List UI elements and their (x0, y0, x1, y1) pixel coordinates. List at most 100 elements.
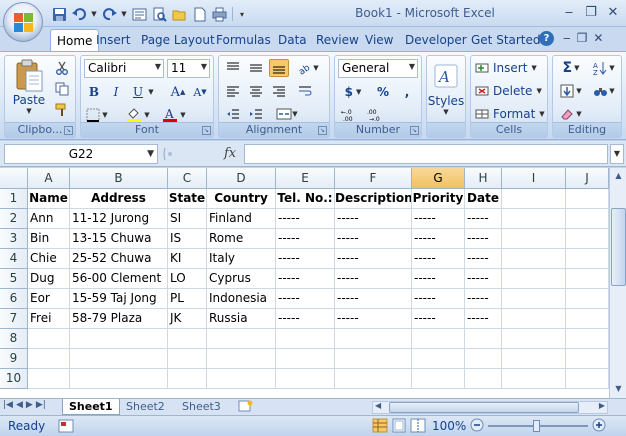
workbook-minimize-icon[interactable]: ‒ (563, 31, 571, 45)
align-middle-button[interactable] (246, 59, 266, 77)
number-format-dropdown-icon[interactable]: ▼ (409, 62, 415, 71)
delete-cells-button[interactable]: Delete ▼ (475, 82, 545, 100)
cell-a6[interactable]: Eor (28, 289, 70, 309)
styles-button[interactable]: A Styles ▼ (428, 60, 464, 120)
cell-h3[interactable]: ----- (465, 229, 502, 249)
cell-g3[interactable]: ----- (412, 229, 465, 249)
cell-a1[interactable]: Name (28, 189, 70, 209)
scroll-right-icon[interactable]: ▶ (599, 401, 605, 410)
row-header-7[interactable]: 7 (0, 309, 28, 329)
fill-button[interactable]: ▼ (557, 82, 585, 100)
horizontal-scrollbar[interactable]: ◀ ▶ (372, 401, 608, 414)
cell-j8[interactable] (566, 329, 609, 349)
cell-e4[interactable]: ----- (276, 249, 335, 269)
cell-f2[interactable]: ----- (335, 209, 412, 229)
row-header-4[interactable]: 4 (0, 249, 28, 269)
row-header-6[interactable]: 6 (0, 289, 28, 309)
row-header-5[interactable]: 5 (0, 269, 28, 289)
cell-a3[interactable]: Bin (28, 229, 70, 249)
insert-cells-button[interactable]: Insert ▼ (475, 59, 545, 77)
cut-button[interactable] (53, 60, 71, 76)
column-header-b[interactable]: B (70, 168, 168, 189)
cell-g2[interactable]: ----- (412, 209, 465, 229)
customize-qat-icon[interactable]: ▾ (237, 5, 247, 23)
cell-f10[interactable] (335, 369, 412, 389)
font-launcher-icon[interactable]: ↘ (202, 126, 211, 135)
office-button[interactable] (3, 2, 43, 42)
font-name-dropdown-icon[interactable]: ▼ (155, 62, 161, 71)
number-launcher-icon[interactable]: ↘ (410, 126, 419, 135)
cell-i10[interactable] (502, 369, 566, 389)
cell-i6[interactable] (502, 289, 566, 309)
cell-a10[interactable] (28, 369, 70, 389)
cell-g1[interactable]: Priority (412, 189, 465, 209)
cell-c10[interactable] (168, 369, 207, 389)
cell-e6[interactable]: ----- (276, 289, 335, 309)
italic-button[interactable]: I (107, 83, 125, 101)
cell-e9[interactable] (276, 349, 335, 369)
cell-j2[interactable] (566, 209, 609, 229)
cell-a5[interactable]: Dug (28, 269, 70, 289)
cell-j6[interactable] (566, 289, 609, 309)
cell-d6[interactable]: Indonesia (207, 289, 276, 309)
cell-e7[interactable]: ----- (276, 309, 335, 329)
cell-f3[interactable]: ----- (335, 229, 412, 249)
cell-e3[interactable]: ----- (276, 229, 335, 249)
cell-d2[interactable]: Finland (207, 209, 276, 229)
align-center-button[interactable] (246, 82, 266, 100)
cell-b8[interactable] (70, 329, 168, 349)
cell-d1[interactable]: Country (207, 189, 276, 209)
row-header-3[interactable]: 3 (0, 229, 28, 249)
cell-c4[interactable]: KI (168, 249, 207, 269)
insert-function-button[interactable]: fx (224, 146, 236, 161)
cell-j7[interactable] (566, 309, 609, 329)
formula-input[interactable] (244, 144, 608, 164)
zoom-in-icon[interactable] (592, 418, 606, 435)
cell-j4[interactable] (566, 249, 609, 269)
copy-button[interactable] (53, 81, 71, 97)
minimize-icon[interactable]: ‒ (560, 3, 578, 21)
vertical-scrollbar[interactable]: ▲ ▼ (609, 168, 626, 398)
cell-d10[interactable] (207, 369, 276, 389)
increase-indent-button[interactable] (246, 105, 266, 123)
cell-c8[interactable] (168, 329, 207, 349)
help-icon[interactable]: ? (539, 31, 554, 46)
scroll-up-icon[interactable]: ▲ (611, 168, 626, 184)
macro-record-icon[interactable] (58, 419, 74, 436)
insert-sheet-icon[interactable] (232, 399, 260, 415)
column-header-c[interactable]: C (168, 168, 207, 189)
cell-d8[interactable] (207, 329, 276, 349)
decrease-indent-button[interactable] (223, 105, 243, 123)
cell-i4[interactable] (502, 249, 566, 269)
cell-g10[interactable] (412, 369, 465, 389)
format-painter-button[interactable] (53, 102, 71, 118)
cell-j9[interactable] (566, 349, 609, 369)
clear-button[interactable]: ▼ (557, 105, 585, 123)
merge-center-button[interactable]: ▼ (273, 105, 301, 123)
undo-icon[interactable] (70, 5, 88, 23)
cell-h6[interactable]: ----- (465, 289, 502, 309)
cell-j10[interactable] (566, 369, 609, 389)
cell-b1[interactable]: Address (70, 189, 168, 209)
cell-b2[interactable]: 11-12 Jurong (70, 209, 168, 229)
cell-d5[interactable]: Cyprus (207, 269, 276, 289)
cell-f1[interactable]: Description (335, 189, 412, 209)
cell-j1[interactable] (566, 189, 609, 209)
cell-g7[interactable]: ----- (412, 309, 465, 329)
close-icon[interactable]: ✕ (604, 3, 622, 21)
row-header-8[interactable]: 8 (0, 329, 28, 349)
cell-c1[interactable]: State (168, 189, 207, 209)
cell-h5[interactable]: ----- (465, 269, 502, 289)
page-break-view-icon[interactable] (410, 418, 426, 436)
cell-i5[interactable] (502, 269, 566, 289)
cell-e5[interactable]: ----- (276, 269, 335, 289)
cell-a8[interactable] (28, 329, 70, 349)
zoom-out-icon[interactable] (470, 418, 484, 435)
tab-get-started[interactable]: Get Started (465, 29, 547, 51)
name-box-dropdown-icon[interactable]: ▼ (147, 145, 154, 163)
sheet-tab-sheet3[interactable]: Sheet3 (176, 399, 227, 415)
cell-h4[interactable]: ----- (465, 249, 502, 269)
cell-h2[interactable]: ----- (465, 209, 502, 229)
cell-b7[interactable]: 58-79 Plaza (70, 309, 168, 329)
cell-e10[interactable] (276, 369, 335, 389)
